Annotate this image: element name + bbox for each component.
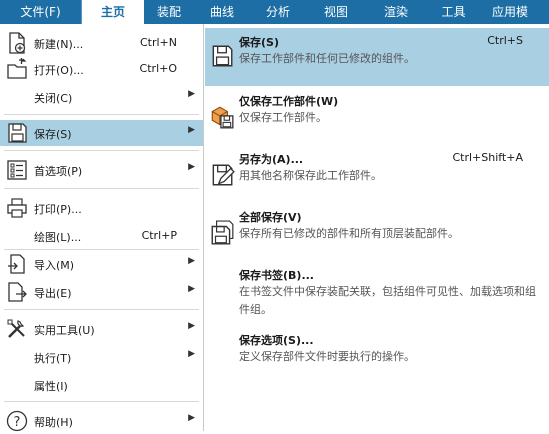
tab-applications[interactable]: 应用模 (481, 0, 539, 24)
preferences-list-icon (5, 158, 29, 182)
save-icon (209, 43, 235, 69)
save-icon (5, 121, 29, 145)
submenu-item-title: 保存书签(B)... (239, 269, 314, 282)
tab-tools[interactable]: 工具 (426, 0, 481, 24)
menu-item-import[interactable]: 导入(M) ▶ (0, 251, 203, 277)
submenu-arrow-icon: ▶ (188, 256, 195, 266)
menu-item-label: 绘图(L)... (34, 231, 82, 244)
tab-analysis[interactable]: 分析 (250, 0, 306, 24)
import-icon (5, 252, 29, 276)
menu-item-execute[interactable]: 执行(T) ▶ (0, 344, 203, 370)
submenu-item-description: 保存工作部件和任何已修改的组件。 (239, 52, 415, 65)
submenu-item-save-as[interactable]: 另存为(A)... Ctrl+Shift+A 用其他名称保存此工作部件。 (205, 144, 549, 202)
submenu-item-description: 用其他名称保存此工作部件。 (239, 169, 382, 182)
tab-file[interactable]: 文件(F) (0, 0, 82, 24)
submenu-item-description: 定义保存部件文件时要执行的操作。 (239, 350, 415, 363)
menu-item-print[interactable]: 打印(P)... (0, 195, 203, 221)
menu-separator (4, 188, 199, 189)
submenu-item-description: 在书签文件中保存装配关联，包括组件可见性、加载选项和组件组。 (239, 285, 536, 316)
menu-item-utilities[interactable]: 实用工具(U) ▶ (0, 316, 203, 342)
export-icon (5, 280, 29, 304)
submenu-item-title: 保存选项(S)... (239, 334, 314, 347)
menu-item-label: 导入(M) (34, 259, 75, 272)
submenu-arrow-icon: ▶ (188, 284, 195, 294)
submenu-item-save-options[interactable]: 保存选项(S)... 定义保存部件文件时要执行的操作。 (205, 326, 549, 372)
menu-item-label: 保存(S) (34, 128, 72, 141)
menu-item-label: 关闭(C) (34, 92, 73, 105)
file-menu: 新建(N)... Ctrl+N 打开(O)... Ctrl+O 关闭(C) ▶ … (0, 24, 204, 434)
submenu-item-save-work-part-only[interactable]: 仅保存工作部件(W) 仅保存工作部件。 (205, 86, 549, 142)
menu-item-label: 新建(N)... (34, 38, 84, 51)
menu-item-label: 首选项(P) (34, 165, 83, 178)
menu-separator (4, 150, 199, 151)
svg-text:?: ? (14, 415, 21, 430)
tab-home[interactable]: 主页 (82, 0, 144, 24)
shortcut-text: Ctrl+P (141, 229, 177, 242)
menu-item-save[interactable]: 保存(S) ▶ (0, 120, 203, 146)
submenu-item-save[interactable]: 保存(S) Ctrl+S 保存工作部件和任何已修改的组件。 (205, 28, 549, 86)
submenu-arrow-icon: ▶ (188, 125, 195, 135)
submenu-item-save-all[interactable]: 全部保存(V) 保存所有已修改的部件和所有顶层装配部件。 (205, 202, 549, 260)
menu-item-export[interactable]: 导出(E) ▶ (0, 279, 203, 305)
menu-item-label: 打开(O)... (34, 64, 84, 77)
save-submenu: 保存(S) Ctrl+S 保存工作部件和任何已修改的组件。 仅保存工作部件(W)… (205, 24, 549, 431)
shortcut-text: Ctrl+Shift+A (452, 151, 523, 164)
menu-item-open[interactable]: 打开(O)... Ctrl+O (0, 56, 203, 82)
menu-item-label: 帮助(H) (34, 416, 73, 429)
save-work-part-icon (209, 104, 235, 130)
submenu-arrow-icon: ▶ (188, 162, 195, 172)
tab-render[interactable]: 渲染 (366, 0, 426, 24)
submenu-arrow-icon: ▶ (188, 89, 195, 99)
submenu-item-save-bookmark[interactable]: 保存书签(B)... 在书签文件中保存装配关联，包括组件可见性、加载选项和组件组… (205, 262, 549, 324)
menu-item-close[interactable]: 关闭(C) ▶ (0, 84, 203, 110)
submenu-item-title: 仅保存工作部件(W) (239, 95, 339, 108)
menu-item-help[interactable]: ? 帮助(H) ▶ (0, 408, 203, 434)
menu-separator (4, 114, 199, 115)
tab-curve[interactable]: 曲线 (194, 0, 250, 24)
submenu-item-description: 保存所有已修改的部件和所有顶层装配部件。 (239, 227, 459, 240)
menu-item-new[interactable]: 新建(N)... Ctrl+N (0, 30, 203, 56)
help-icon: ? (5, 409, 29, 433)
menu-separator (4, 309, 199, 310)
menu-separator (4, 401, 199, 402)
menu-item-label: 属性(I) (34, 380, 68, 393)
menu-item-properties[interactable]: 属性(I) (0, 372, 203, 398)
printer-icon (5, 196, 29, 220)
submenu-item-description: 仅保存工作部件。 (239, 111, 327, 124)
submenu-arrow-icon: ▶ (188, 413, 195, 423)
new-file-icon (5, 31, 29, 55)
ribbon-tab-bar: 文件(F) 主页 装配 曲线 分析 视图 渲染 工具 应用模 (0, 0, 549, 24)
menu-item-plot[interactable]: 绘图(L)... Ctrl+P (0, 223, 203, 249)
tools-icon (5, 317, 29, 341)
menu-item-label: 执行(T) (34, 352, 72, 365)
menu-item-label: 实用工具(U) (34, 324, 95, 337)
submenu-item-title: 全部保存(V) (239, 211, 302, 224)
menu-item-label: 导出(E) (34, 287, 72, 300)
shortcut-text: Ctrl+O (139, 62, 177, 75)
open-folder-icon (5, 57, 29, 81)
save-as-icon (209, 162, 235, 188)
shortcut-text: Ctrl+N (139, 36, 177, 49)
save-all-icon (209, 220, 235, 246)
submenu-arrow-icon: ▶ (188, 321, 195, 331)
tab-assembly[interactable]: 装配 (144, 0, 194, 24)
menu-separator (4, 249, 199, 250)
submenu-item-title: 另存为(A)... (239, 153, 304, 166)
tab-view[interactable]: 视图 (306, 0, 366, 24)
shortcut-text: Ctrl+S (487, 34, 523, 47)
menu-item-label: 打印(P)... (34, 203, 82, 216)
menu-item-preferences[interactable]: 首选项(P) ▶ (0, 157, 203, 183)
submenu-item-title: 保存(S) (239, 36, 279, 49)
submenu-arrow-icon: ▶ (188, 349, 195, 359)
